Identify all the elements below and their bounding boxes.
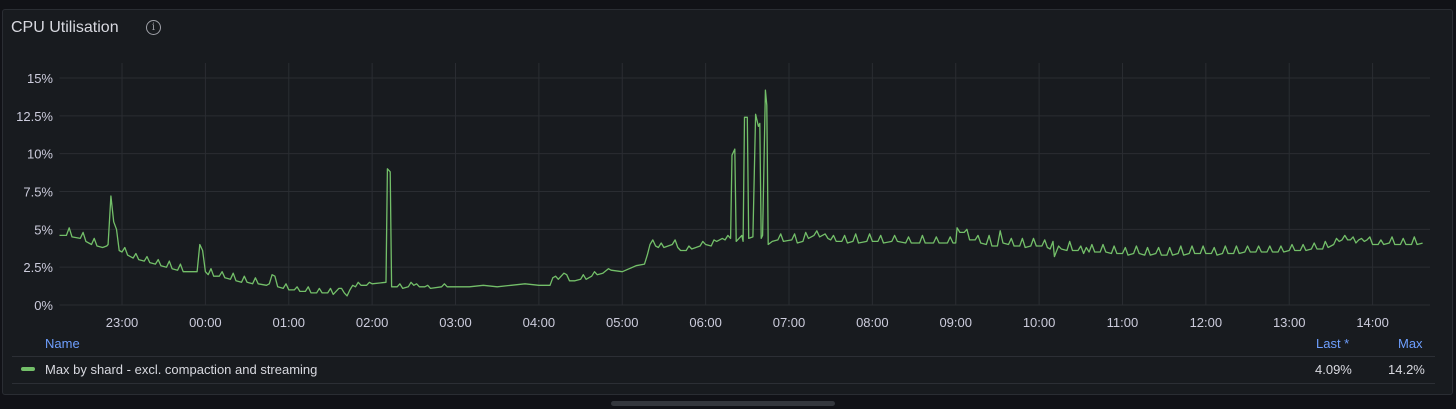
y-axis-ticks: 0% 2.5% 5% 7.5% 10% 12.5% 15% [16,71,53,313]
horizontal-scrollbar[interactable] [611,401,835,406]
x-tick-label: 02:00 [356,315,389,330]
y-tick-label: 2.5% [23,260,53,275]
legend-series-max: 14.2% [1388,362,1425,377]
legend-divider [12,383,1435,384]
x-tick-label: 00:00 [189,315,222,330]
grid [59,63,1430,306]
x-axis-ticks: 23:00 00:00 01:00 02:00 03:00 04:00 05:00 06:00… [106,315,1389,330]
x-tick-label: 11:00 [1107,315,1139,330]
x-tick-label: 23:00 [106,315,139,330]
y-tick-label: 10% [27,147,53,162]
legend-header-last[interactable]: Last * [1316,336,1349,351]
legend-header-max[interactable]: Max [1398,336,1423,351]
x-tick-label: 09:00 [939,315,972,330]
legend-color-swatch [21,367,35,371]
x-tick-label: 14:00 [1356,315,1389,330]
y-tick-label: 12.5% [16,109,53,124]
x-tick-label: 03:00 [439,315,472,330]
legend-series-last: 4.09% [1315,362,1352,377]
legend-header-name[interactable]: Name [45,336,80,351]
x-tick-label: 05:00 [606,315,639,330]
x-tick-label: 10:00 [1023,315,1056,330]
y-tick-label: 0% [34,298,53,313]
x-tick-label: 13:00 [1273,315,1306,330]
y-tick-label: 5% [34,222,53,237]
y-tick-label: 15% [27,71,53,86]
legend-series-name[interactable]: Max by shard - excl. compaction and stre… [45,362,317,377]
series-line-max-by-shard [59,89,1423,297]
x-tick-label: 08:00 [856,315,889,330]
line-chart[interactable]: 0% 2.5% 5% 7.5% 10% 12.5% 15% 23:00 00:00 01:00 0… [0,0,1456,330]
x-tick-label: 07:00 [773,315,806,330]
x-tick-label: 06:00 [689,315,722,330]
legend-divider [12,356,1435,357]
x-tick-label: 12:00 [1190,315,1223,330]
y-tick-label: 7.5% [23,185,53,200]
x-tick-label: 04:00 [523,315,556,330]
x-tick-label: 01:00 [272,315,305,330]
